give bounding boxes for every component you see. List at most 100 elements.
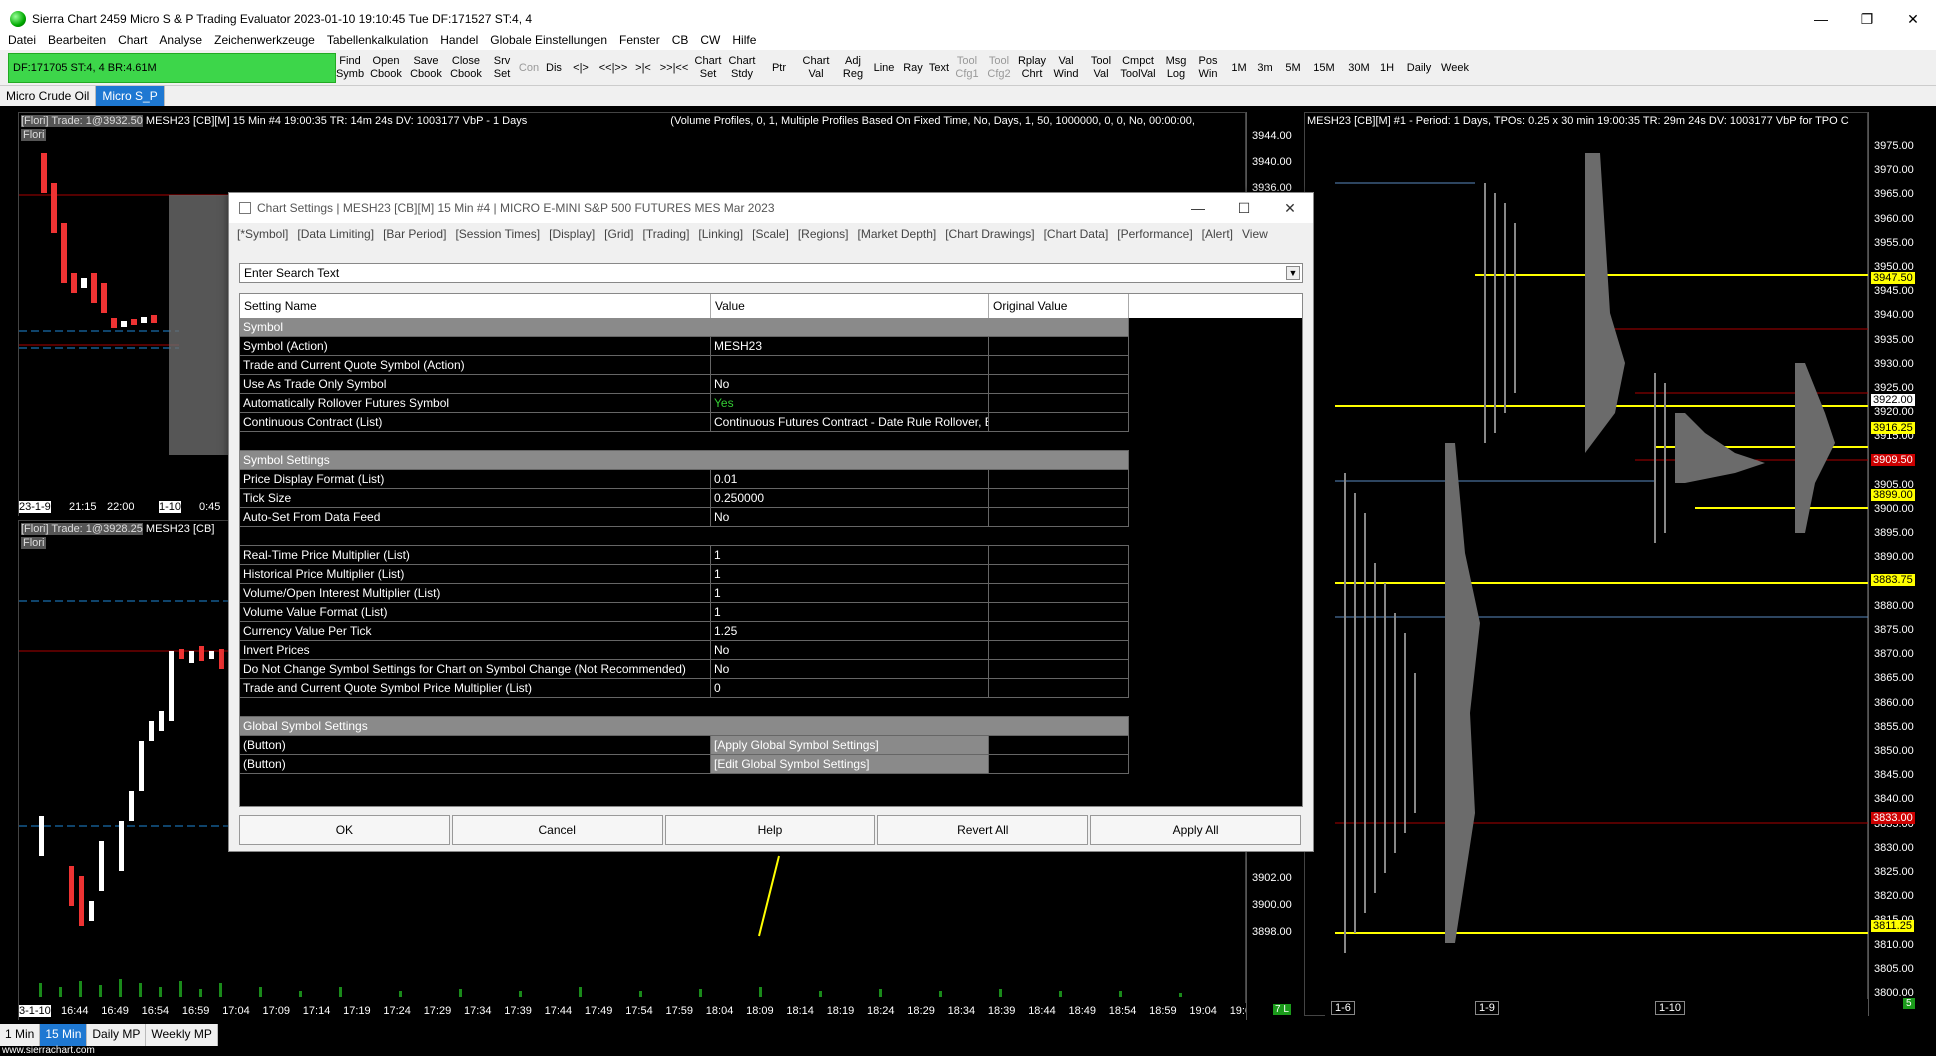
toolbar-button[interactable]: Chart Stdy [727, 53, 757, 83]
setting-value[interactable]: 0 [711, 679, 989, 698]
toolbar-button[interactable]: Con [518, 53, 540, 83]
settings-search-input[interactable]: Enter Search Text ▼ [239, 263, 1303, 283]
toolbar-button[interactable]: Tool Val [1086, 53, 1116, 83]
toolbar-button[interactable]: <|> [568, 53, 594, 83]
setting-value[interactable]: 1 [711, 565, 989, 584]
dialog-tab[interactable]: [Regions] [798, 227, 849, 241]
dialog-tab[interactable]: [Data Limiting] [297, 227, 374, 241]
cancel-button[interactable]: Cancel [451, 815, 663, 845]
menu-item[interactable]: Analyse [159, 33, 202, 47]
settings-row[interactable]: (Button) [Edit Global Symbol Settings] [240, 755, 1302, 774]
toolbar-button[interactable]: Pos Win [1194, 53, 1222, 83]
toolbar-button[interactable]: Tool Cfg2 [985, 53, 1013, 83]
menu-item[interactable]: Chart [118, 33, 147, 47]
dialog-tab[interactable]: [Chart Data] [1044, 227, 1109, 241]
toolbar-button[interactable]: <<|>> [598, 53, 628, 83]
ok-button[interactable]: OK [239, 815, 450, 845]
menu-item[interactable]: CB [672, 33, 689, 47]
dialog-tab[interactable]: [Bar Period] [383, 227, 446, 241]
toolbar-button[interactable]: Week [1439, 53, 1471, 83]
toolbar-button[interactable]: Ray [901, 53, 925, 83]
toolbar-button[interactable]: Text [927, 53, 951, 83]
toolbar-button[interactable]: Val Wind [1051, 53, 1081, 83]
settings-row[interactable]: Use As Trade Only Symbol No [240, 375, 1302, 394]
setting-value[interactable] [711, 356, 989, 375]
menu-item[interactable]: Bearbeiten [48, 33, 106, 47]
toolbar-button[interactable]: 15M [1309, 53, 1339, 83]
setting-value[interactable]: 0.250000 [711, 489, 989, 508]
toolbar-button[interactable]: Adj Reg [838, 53, 868, 83]
chevron-down-icon[interactable]: ▼ [1286, 266, 1300, 280]
dialog-tab[interactable]: [Market Depth] [858, 227, 937, 241]
dialog-tab[interactable]: [Chart Drawings] [945, 227, 1034, 241]
toolbar-button[interactable]: >>|<< [657, 53, 691, 83]
dialog-tab[interactable]: [Performance] [1117, 227, 1192, 241]
setting-value[interactable]: 0.01 [711, 470, 989, 489]
toolbar-button[interactable]: Msg Log [1162, 53, 1190, 83]
setting-value[interactable]: Continuous Futures Contract - Date Rule … [711, 413, 989, 432]
revert-all-button[interactable]: Revert All [877, 815, 1089, 845]
toolbar-button[interactable]: Tool Cfg1 [953, 53, 981, 83]
menu-item[interactable]: CW [700, 33, 720, 47]
menu-item[interactable]: Datei [8, 33, 36, 47]
tab-weekly-mp[interactable]: Weekly MP [146, 1024, 218, 1046]
settings-row[interactable]: Price Display Format (List) 0.01 [240, 470, 1302, 489]
menu-item[interactable]: Globale Einstellungen [490, 33, 607, 47]
setting-value[interactable]: 1.25 [711, 622, 989, 641]
settings-row[interactable]: Tick Size 0.250000 [240, 489, 1302, 508]
settings-row[interactable]: Historical Price Multiplier (List) 1 [240, 565, 1302, 584]
setting-value[interactable]: Yes [711, 394, 989, 413]
dialog-maximize-button[interactable]: ☐ [1221, 193, 1267, 223]
setting-value[interactable]: 1 [711, 584, 989, 603]
dialog-tab[interactable]: [Linking] [698, 227, 743, 241]
dialog-close-button[interactable]: ✕ [1267, 193, 1313, 223]
toolbar-button[interactable]: Chart Val [799, 53, 833, 83]
toolbar-button[interactable]: 5M [1281, 53, 1305, 83]
tab-micro-sp[interactable]: Micro S_P [96, 86, 165, 106]
settings-row[interactable]: Auto-Set From Data Feed No [240, 508, 1302, 527]
tab-daily-mp[interactable]: Daily MP [87, 1024, 147, 1046]
setting-value[interactable]: 1 [711, 546, 989, 565]
toolbar-button[interactable]: Save Cbook [408, 53, 444, 83]
setting-value[interactable]: No [711, 641, 989, 660]
tab-15-min[interactable]: 15 Min [40, 1024, 88, 1046]
help-button[interactable]: Help [664, 815, 876, 845]
dialog-tab[interactable]: [*Symbol] [237, 227, 288, 241]
dialog-tab[interactable]: [Display] [549, 227, 595, 241]
toolbar-button[interactable]: Open Cbook [368, 53, 404, 83]
toolbar-button[interactable]: Chart Set [693, 53, 723, 83]
menu-item[interactable]: Fenster [619, 33, 660, 47]
setting-value[interactable]: [Edit Global Symbol Settings] [711, 755, 989, 774]
toolbar-button[interactable]: 1H [1376, 53, 1398, 83]
setting-value[interactable]: MESH23 [711, 337, 989, 356]
settings-row[interactable]: Volume Value Format (List) 1 [240, 603, 1302, 622]
toolbar-button[interactable]: Srv Set [489, 53, 515, 83]
settings-row[interactable]: Volume/Open Interest Multiplier (List) 1 [240, 584, 1302, 603]
settings-row[interactable]: (Button) [Apply Global Symbol Settings] [240, 736, 1302, 755]
menu-item[interactable]: Zeichenwerkzeuge [214, 33, 315, 47]
setting-value[interactable]: 1 [711, 603, 989, 622]
settings-row[interactable]: Do Not Change Symbol Settings for Chart … [240, 660, 1302, 679]
toolbar-button[interactable]: Daily [1402, 53, 1436, 83]
toolbar-button[interactable]: 30M [1345, 53, 1373, 83]
tab-1-min[interactable]: 1 Min [0, 1024, 41, 1046]
settings-row[interactable]: Continuous Contract (List) Continuous Fut… [240, 413, 1302, 432]
settings-row[interactable]: Symbol (Action) MESH23 [240, 337, 1302, 356]
setting-value[interactable]: No [711, 375, 989, 394]
toolbar-button[interactable]: 1M [1228, 53, 1250, 83]
toolbar-button[interactable]: Dis [543, 53, 565, 83]
settings-row[interactable]: Currency Value Per Tick 1.25 [240, 622, 1302, 641]
tab-micro-crude-oil[interactable]: Micro Crude Oil [0, 86, 97, 106]
dialog-tab[interactable]: [Session Times] [455, 227, 540, 241]
apply-all-button[interactable]: Apply All [1090, 815, 1301, 845]
data-feed-status[interactable]: DF:171705 ST:4, 4 BR:4.61M [8, 53, 336, 83]
settings-row[interactable]: Real-Time Price Multiplier (List) 1 [240, 546, 1302, 565]
dialog-tab[interactable]: [Grid] [604, 227, 633, 241]
chart-tpo-daily[interactable]: MESH23 [CB][M] #1 - Period: 1 Days, TPOs… [1304, 112, 1869, 1017]
settings-row[interactable]: Trade and Current Quote Symbol Price Mul… [240, 679, 1302, 698]
chart3-price-axis[interactable]: 5 3975.00 3970.00 3965.00 3960.00 3955.00 395… [1868, 112, 1928, 1016]
toolbar-button[interactable]: Rplay Chrt [1016, 53, 1048, 83]
setting-value[interactable]: [Apply Global Symbol Settings] [711, 736, 989, 755]
settings-row[interactable]: Invert Prices No [240, 641, 1302, 660]
toolbar-button[interactable]: Find Symb [335, 53, 365, 83]
